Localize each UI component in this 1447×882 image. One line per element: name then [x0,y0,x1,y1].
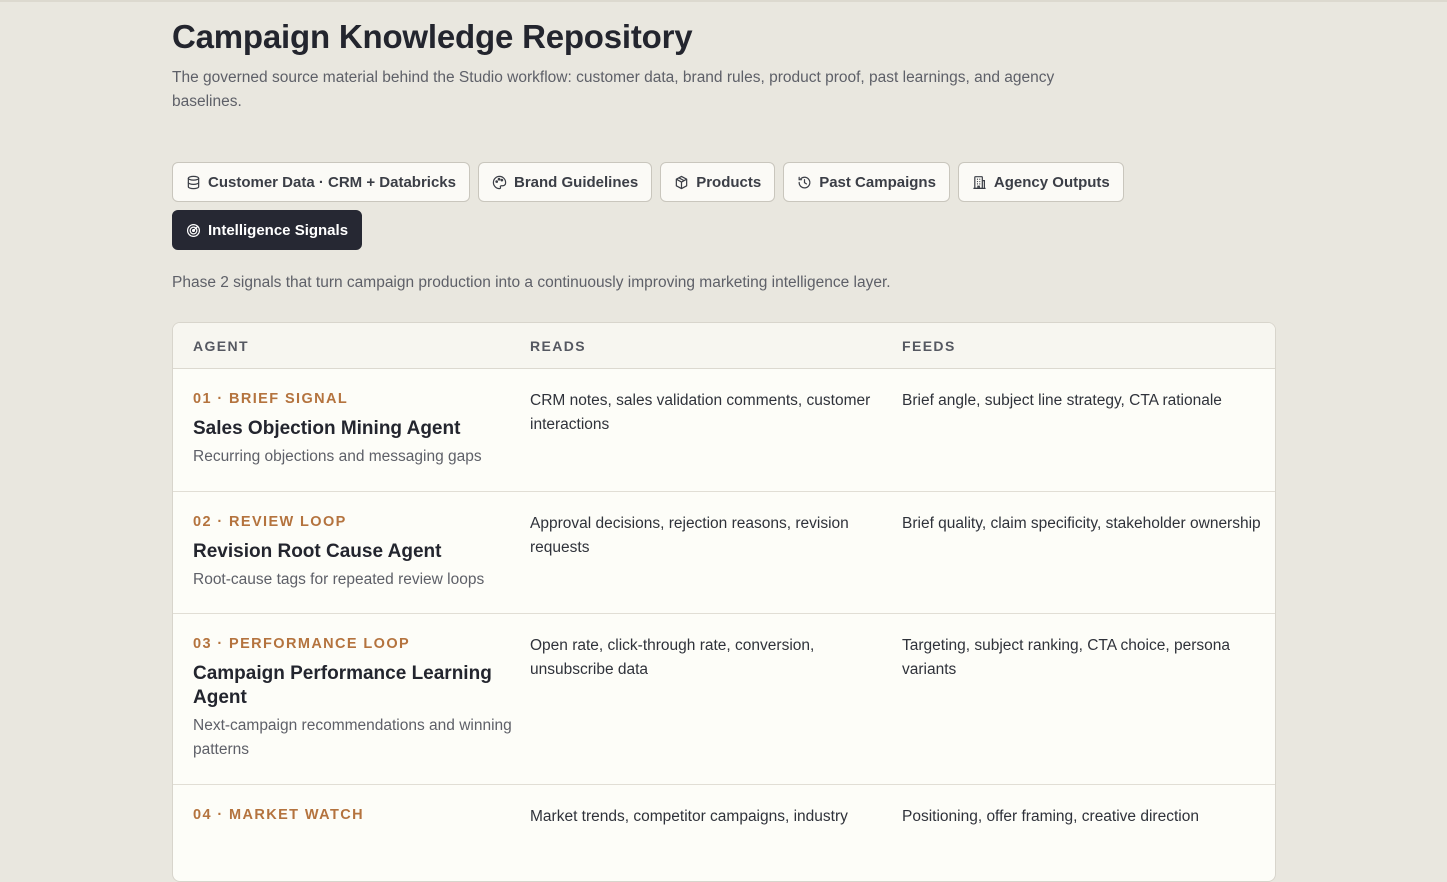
agent-cell: 03 · PERFORMANCE LOOP Campaign Performan… [193,633,513,762]
top-border [0,0,1447,2]
tab-label: Products [696,173,762,191]
tab-agency-outputs[interactable]: Agency Outputs [957,162,1124,202]
page-title: Campaign Knowledge Repository [172,18,693,55]
agent-description: Next-campaign recommendations and winnin… [193,717,512,758]
feeds-cell: Targeting, subject ranking, CTA choice, … [902,637,1230,678]
agent-description: Root-cause tags for repeated review loop… [193,571,485,588]
tab-label: Brand Guidelines [513,173,639,191]
tab-customer-data[interactable]: Customer Data · CRM + Databricks [172,162,470,202]
history-icon [797,175,812,190]
reads-cell: Open rate, click-through rate, conversio… [530,637,815,678]
tab-past-campaigns[interactable]: Past Campaigns [783,162,950,202]
agent-cell: 02 · REVIEW LOOP Revision Root Cause Age… [193,511,513,592]
feeds-cell: Brief quality, claim specificity, stakeh… [902,515,1261,532]
repository-tabs: Customer Data · CRM + Databricks Brand G… [172,162,1132,250]
agent-name: Sales Objection Mining Agent [193,418,461,439]
agent-description: Recurring objections and messaging gaps [193,448,482,465]
tab-label: Customer Data · CRM + Databricks [208,173,456,191]
table-row[interactable]: 04 · MARKET WATCH Market trends, competi… [173,785,1275,881]
agent-name: Revision Root Cause Agent [193,541,442,562]
package-icon [674,175,689,190]
agent-name: Campaign Performance Learning Agent [193,663,492,708]
radar-icon [186,223,201,238]
agent-tag: 03 · PERFORMANCE LOOP [193,636,411,652]
page-subtitle: The governed source material behind the … [172,69,1055,110]
tab-intelligence-signals[interactable]: Intelligence Signals [172,210,363,250]
table-row[interactable]: 02 · REVIEW LOOP Revision Root Cause Age… [173,492,1275,614]
reads-cell: CRM notes, sales validation comments, cu… [530,392,871,433]
table-row[interactable]: 01 · BRIEF SIGNAL Sales Objection Mining… [173,369,1275,492]
agent-tag: 01 · BRIEF SIGNAL [193,391,349,407]
column-header-feeds: FEEDS [902,338,956,354]
agent-tag: 04 · MARKET WATCH [193,807,364,823]
tab-label: Past Campaigns [819,173,936,191]
feeds-cell: Brief angle, subject line strategy, CTA … [902,392,1222,409]
feeds-cell: Positioning, offer framing, creative dir… [902,808,1199,825]
reads-cell: Market trends, competitor campaigns, ind… [530,808,848,825]
tab-label: Intelligence Signals [208,221,349,239]
tab-brand-guidelines[interactable]: Brand Guidelines [477,162,653,202]
database-icon [186,175,201,190]
tab-label: Agency Outputs [993,173,1110,191]
tab-products[interactable]: Products [660,162,776,202]
column-header-agent: AGENT [193,338,249,354]
agent-cell: 01 · BRIEF SIGNAL Sales Objection Mining… [193,388,513,469]
column-header-reads: READS [530,338,587,354]
building-icon [972,175,987,190]
table-header: AGENT READS FEEDS [173,323,1275,369]
agent-tag: 02 · REVIEW LOOP [193,514,347,530]
table-row[interactable]: 03 · PERFORMANCE LOOP Campaign Performan… [173,614,1275,785]
signals-description: Phase 2 signals that turn campaign produ… [172,274,891,291]
reads-cell: Approval decisions, rejection reasons, r… [530,515,849,556]
palette-icon [492,175,507,190]
signals-table: AGENT READS FEEDS 01 · BRIEF SIGNAL Sale… [172,322,1276,882]
